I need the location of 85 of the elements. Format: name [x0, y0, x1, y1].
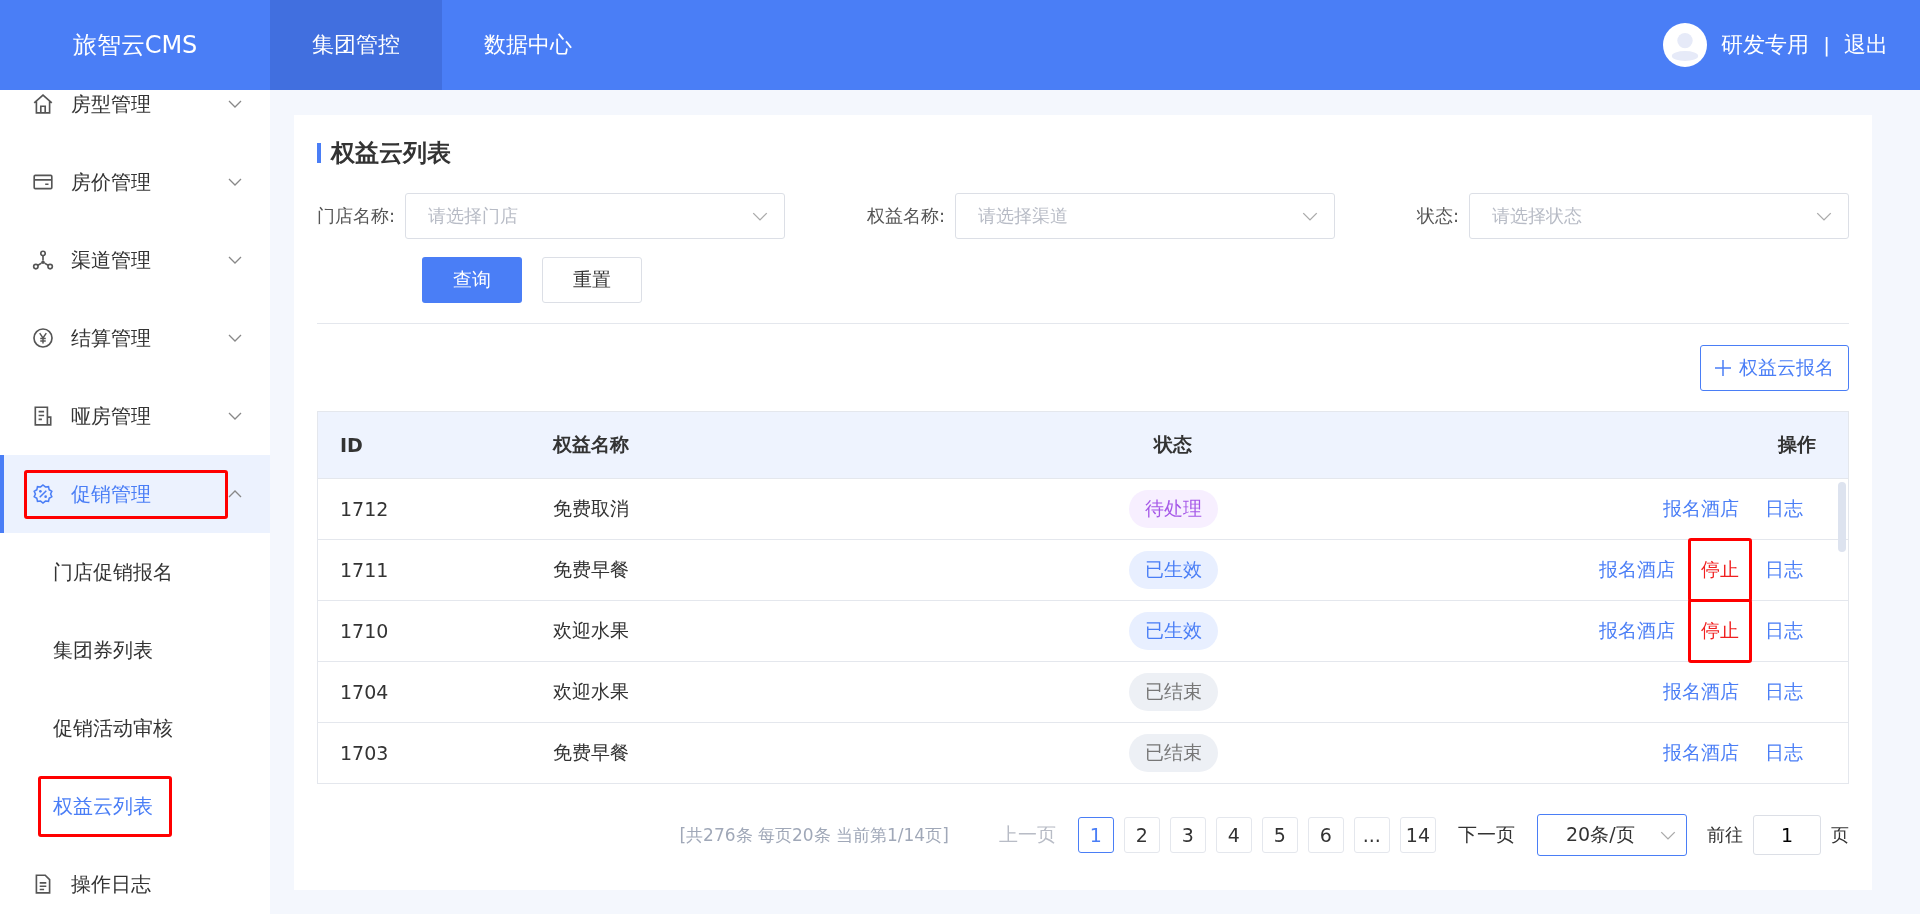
page-suffix: 页 [1831, 823, 1849, 847]
table-cell-text: 1711 [339, 559, 390, 581]
action-link[interactable]: 日志 [1752, 599, 1816, 663]
page-button[interactable]: 1 [1077, 817, 1114, 853]
status-tag: 已生效 [1128, 551, 1218, 589]
action-link[interactable]: 报名酒店 [1586, 538, 1688, 602]
filter-label: 门店名称: [317, 204, 396, 228]
column-header: 操作 [1776, 432, 1817, 457]
nav-tab[interactable]: 数据中心 [442, 0, 614, 90]
pagination-summary: [共276条 每页20条 当前第1/14页] [679, 823, 949, 847]
house-icon [32, 93, 54, 115]
table-cell-text: 欢迎水果 [553, 618, 630, 643]
reset-button[interactable]: 重置 [542, 257, 642, 303]
nav-tab[interactable]: 集团管控 [270, 0, 442, 90]
table-cell-text: 免费早餐 [553, 557, 630, 582]
logout-link[interactable]: 退出 [1844, 30, 1888, 60]
page-button[interactable]: 14 [1399, 817, 1436, 853]
page-button[interactable]: 5 [1261, 817, 1298, 853]
chevron-down-icon [228, 334, 242, 342]
sidebar-subitem[interactable]: 集团券列表 [0, 611, 270, 689]
sidebar-item[interactable]: 操作日志 [0, 845, 270, 914]
chevron-down-icon [1816, 211, 1832, 221]
chevron-down-icon [228, 100, 242, 108]
scrollbar[interactable] [1838, 482, 1846, 552]
sidebar-item[interactable]: 哑房管理 [0, 377, 270, 455]
action-link[interactable]: 日志 [1752, 538, 1816, 602]
table-cell-text: 欢迎水果 [553, 679, 630, 704]
status-tag: 已生效 [1128, 612, 1218, 650]
sidebar-subitem[interactable]: 促销活动审核 [0, 689, 270, 767]
sidebar-item[interactable]: 渠道管理 [0, 221, 270, 299]
chevron-down-icon [228, 178, 242, 186]
page-button[interactable]: 6 [1307, 817, 1344, 853]
action-link[interactable]: 停止 [1688, 599, 1752, 663]
action-link[interactable]: 报名酒店 [1586, 599, 1688, 663]
action-link[interactable]: 日志 [1752, 660, 1816, 724]
chevron-down-icon [752, 211, 769, 221]
table-cell-text: 免费取消 [553, 496, 630, 521]
avatar-icon [1663, 23, 1708, 67]
table-cell-text: 1704 [339, 681, 390, 703]
status-tag: 待处理 [1128, 490, 1218, 528]
sidebar-item[interactable]: 房价管理 [0, 143, 270, 221]
nodes-icon [32, 249, 54, 271]
action-link[interactable]: 报名酒店 [1650, 660, 1752, 724]
action-link[interactable]: 日志 [1752, 721, 1816, 785]
column-header: 权益名称 [553, 432, 630, 457]
filter-label: 状态: [1416, 204, 1459, 228]
sidebar-item[interactable]: 促销管理 [0, 455, 270, 533]
page-input[interactable]: 1 [1753, 815, 1821, 855]
action-link[interactable]: 日志 [1752, 477, 1816, 541]
separator: | [1823, 33, 1830, 57]
search-button[interactable]: 查询 [422, 257, 522, 303]
chevron-down-icon [228, 256, 242, 264]
chevron-up-icon [228, 490, 242, 498]
table-cell-text: 1710 [339, 620, 390, 642]
action-link[interactable]: 报名酒店 [1650, 721, 1752, 785]
status-tag: 已结束 [1128, 734, 1218, 772]
sidebar-subitem[interactable]: 权益云列表 [0, 767, 270, 845]
action-link[interactable]: 停止 [1688, 538, 1752, 602]
chevron-down-icon [1660, 830, 1676, 840]
chevron-down-icon [1302, 211, 1319, 221]
document-icon [32, 405, 54, 427]
page-button[interactable]: 3 [1169, 817, 1206, 853]
app-logo: 旅智云CMS [71, 30, 199, 61]
table-cell-text: 1712 [339, 498, 390, 520]
page-button[interactable]: ... [1353, 817, 1390, 853]
sidebar-subitem[interactable]: 门店促销报名 [0, 533, 270, 611]
page-size-select[interactable]: 20条/页 [1537, 814, 1687, 856]
column-header: ID [339, 434, 364, 456]
action-link[interactable]: 报名酒店 [1650, 477, 1752, 541]
plus-icon [1715, 360, 1731, 376]
table-cell-text: 免费早餐 [553, 740, 630, 765]
user-name: 研发专用 [1721, 31, 1810, 59]
yen-icon [32, 327, 54, 349]
goto-label: 前往 [1707, 823, 1743, 847]
next-page-button[interactable]: 下一页 [1458, 822, 1515, 848]
sidebar-item[interactable]: 结算管理 [0, 299, 270, 377]
page-button[interactable]: 4 [1215, 817, 1252, 853]
table-cell-text: 1703 [339, 742, 390, 764]
add-button[interactable]: 权益云报名 [1700, 345, 1849, 391]
chevron-down-icon [228, 412, 242, 420]
status-tag: 已结束 [1128, 673, 1218, 711]
page-button[interactable]: 2 [1123, 817, 1160, 853]
column-header: 状态 [1152, 432, 1193, 457]
filter-label: 权益名称: [866, 204, 946, 228]
sidebar-item[interactable]: 房型管理 [0, 90, 270, 143]
